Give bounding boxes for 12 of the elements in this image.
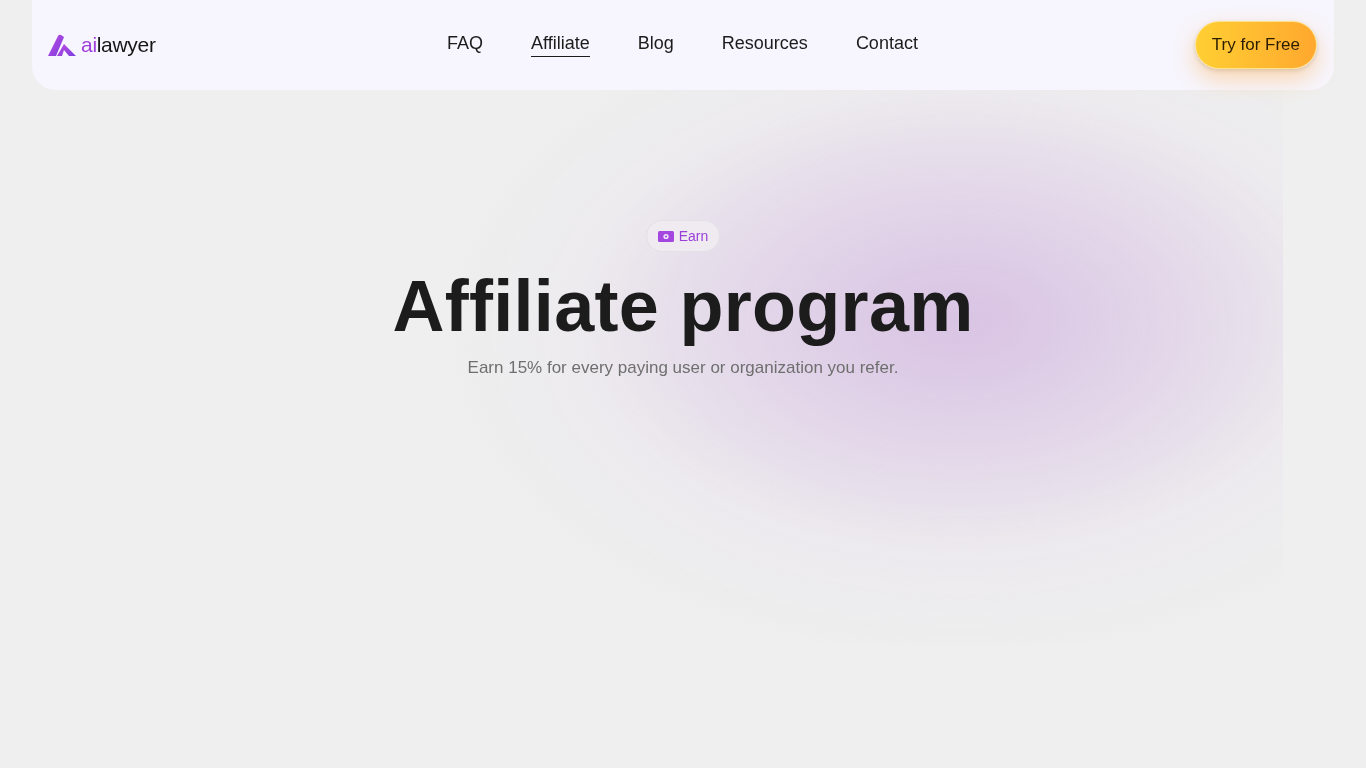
page-title: Affiliate program <box>392 265 974 348</box>
page-subtitle: Earn 15% for every paying user or organization you refer. <box>467 357 899 379</box>
logo-icon[interactable] <box>48 34 76 56</box>
badge-label: Earn <box>678 228 709 244</box>
logo-wordmark[interactable]: ailawyer <box>81 33 156 57</box>
try-for-free-button[interactable]: Try for Free <box>1194 21 1317 69</box>
nav-link[interactable]: Contact <box>855 33 918 57</box>
nav-link[interactable]: Resources <box>721 33 808 57</box>
nav-link[interactable]: Affiliate <box>531 33 590 57</box>
nav-link[interactable]: FAQ <box>447 33 484 57</box>
nav-link[interactable]: Blog <box>637 33 674 57</box>
banknote-icon <box>657 230 674 242</box>
